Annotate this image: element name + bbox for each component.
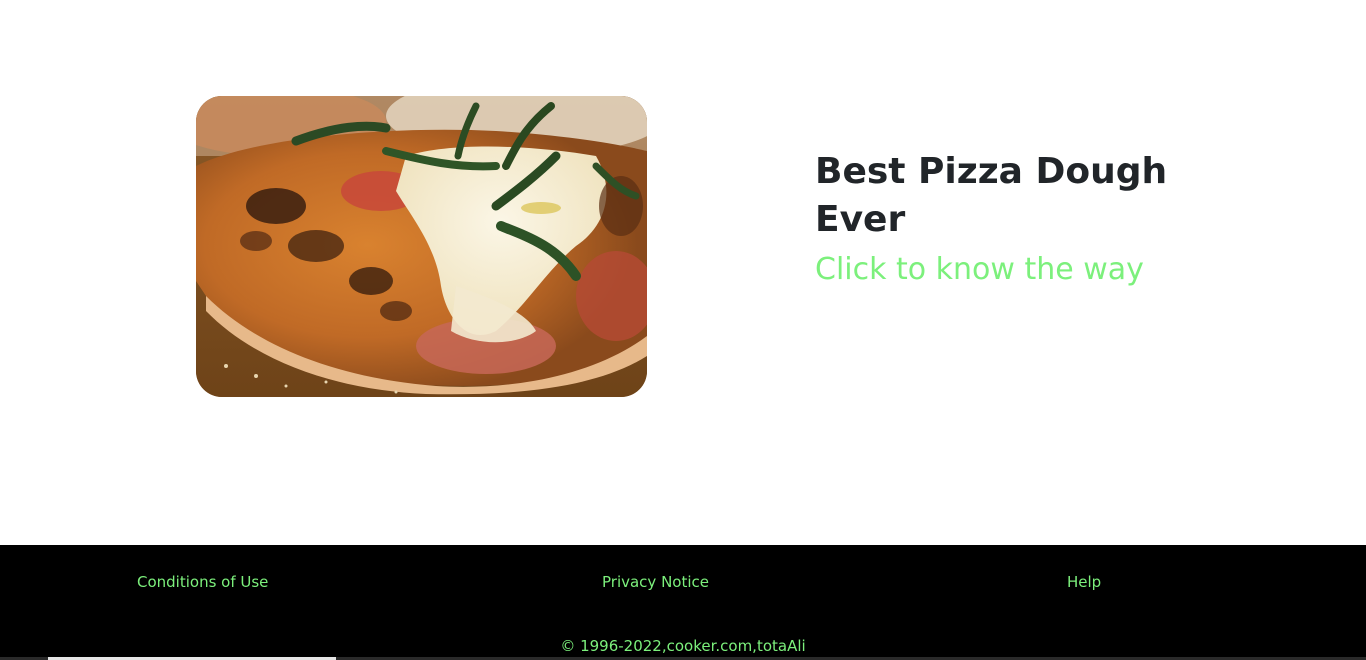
conditions-of-use-link[interactable]: Conditions of Use bbox=[137, 572, 268, 592]
main-content: Best Pizza Dough Ever Click to know the … bbox=[0, 0, 1366, 545]
pizza-image-graphic bbox=[196, 96, 647, 397]
recipe-text-block: Best Pizza Dough Ever Click to know the … bbox=[815, 148, 1175, 290]
recipe-link[interactable]: Click to know the way bbox=[815, 250, 1175, 290]
privacy-notice-link[interactable]: Privacy Notice bbox=[602, 572, 709, 592]
copyright-text: © 1996-2022,cooker.com,totaAli bbox=[560, 637, 806, 655]
pizza-image bbox=[196, 96, 647, 397]
help-link[interactable]: Help bbox=[1067, 572, 1101, 592]
footer: Conditions of Use Privacy Notice Help © … bbox=[0, 545, 1366, 660]
recipe-title: Best Pizza Dough Ever bbox=[815, 151, 1168, 240]
